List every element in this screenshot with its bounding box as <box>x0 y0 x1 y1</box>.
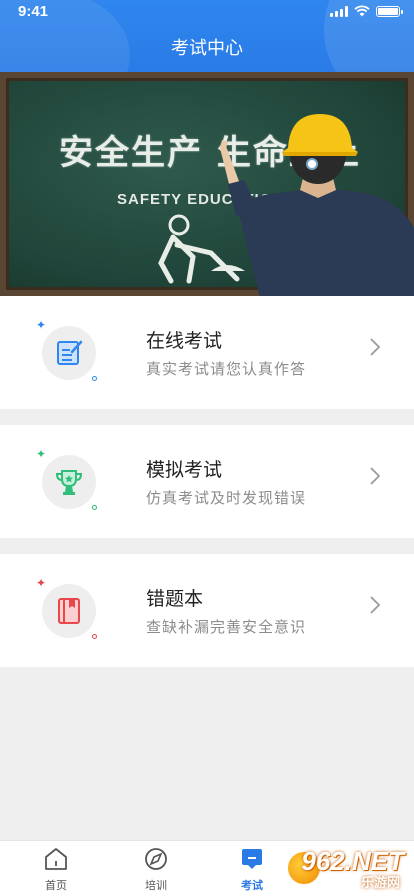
page-title: 考试中心 <box>171 38 243 59</box>
card-title: 错题本 <box>146 588 204 610</box>
tab-label: 培训 <box>145 879 167 892</box>
app-header: 9:41 考试中心 <box>0 0 414 72</box>
home-icon <box>45 848 67 870</box>
status-bar: 9:41 <box>0 0 414 24</box>
tab-home[interactable]: 首页 <box>26 847 86 893</box>
exam-sheet-icon <box>42 326 96 380</box>
status-time: 9:41 <box>18 3 49 20</box>
card-title: 模拟考试 <box>146 459 223 481</box>
error-book-icon <box>42 584 96 638</box>
wifi-icon <box>354 5 370 17</box>
tab-exam[interactable]: 考试 <box>222 847 282 893</box>
signal-icon <box>330 5 348 17</box>
card-subtitle: 查缺补漏完善安全意识 <box>146 618 307 636</box>
trophy-icon <box>42 455 96 509</box>
error-book-card[interactable]: ✦ 错题本 查缺补漏完善安全意识 <box>0 554 414 667</box>
tab-label: 考试 <box>241 879 263 892</box>
card-subtitle: 仿真考试及时发现错误 <box>146 489 307 507</box>
watermark-logo: 962.NET 乐游网 <box>286 846 408 891</box>
chevron-right-icon <box>370 596 380 614</box>
chevron-right-icon <box>370 467 380 485</box>
businessman-illustration <box>220 114 414 296</box>
safety-banner[interactable]: 安全生产 生命至上 SAFETY EDUCATION <box>0 72 414 296</box>
tab-training[interactable]: 培训 <box>126 847 186 893</box>
card-subtitle: 真实考试请您认真作答 <box>146 360 307 378</box>
watermark-site: 乐游网 <box>360 876 400 891</box>
compass-icon <box>145 848 167 870</box>
chevron-right-icon <box>370 338 380 356</box>
exam-icon <box>242 849 262 869</box>
mock-exam-card[interactable]: ✦ 模拟考试 仿真考试及时发现错误 <box>0 425 414 538</box>
status-icons <box>330 5 403 17</box>
online-exam-card[interactable]: ✦ 在线考试 真实考试请您认真作答 <box>0 296 414 409</box>
battery-icon <box>376 5 403 17</box>
card-title: 在线考试 <box>146 330 223 352</box>
tab-label: 首页 <box>45 879 67 892</box>
